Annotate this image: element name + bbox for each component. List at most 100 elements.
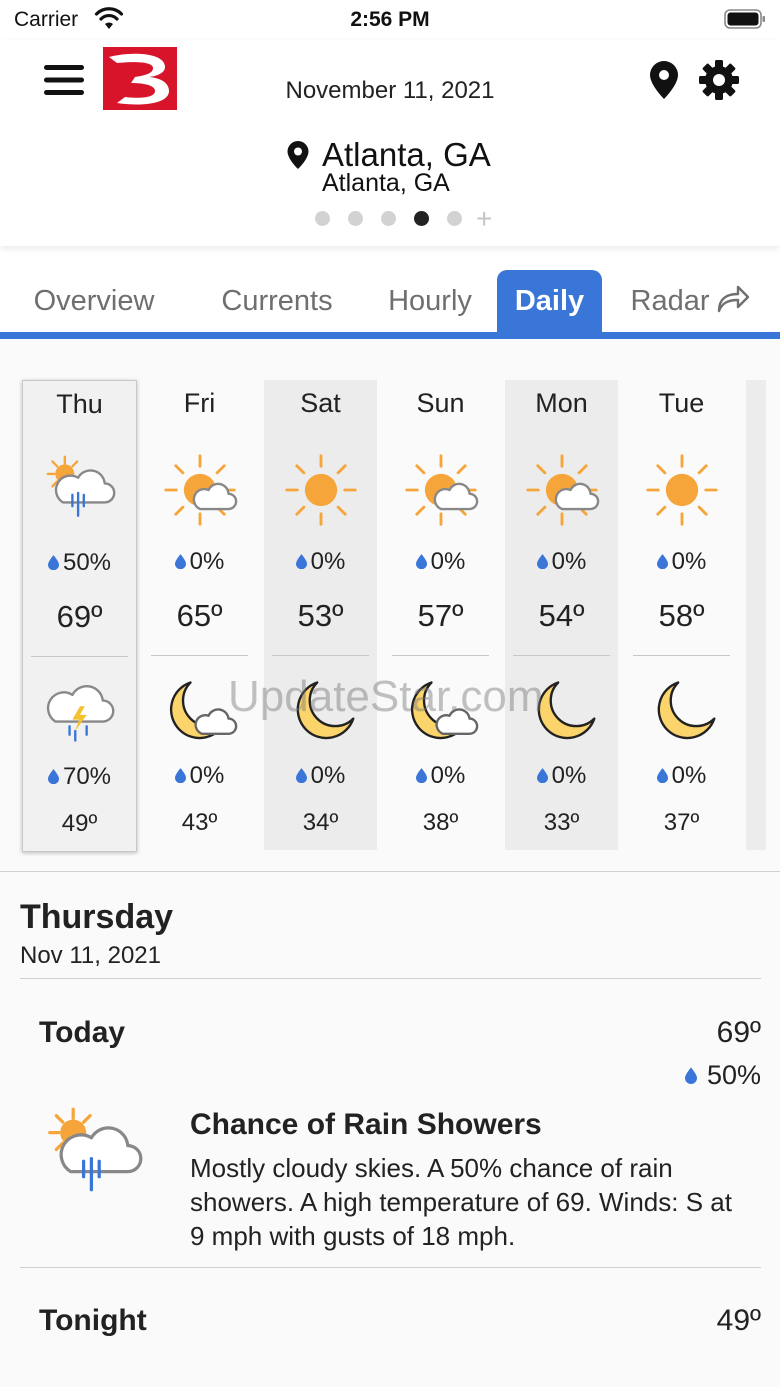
status-bar: Carrier 2:56 PM: [0, 0, 780, 40]
day-precip: 0%: [505, 548, 618, 576]
partly-sunny-icon: [162, 452, 238, 528]
thunderstorm-icon: [42, 674, 118, 750]
raindrop-icon: [537, 554, 548, 569]
tab-radar-label: Radar: [630, 285, 710, 317]
app-header: November 11, 2021 Atlanta, GA Atlanta, G…: [0, 40, 780, 246]
column-divider: [151, 655, 248, 656]
gear-icon[interactable]: [697, 58, 741, 102]
condition-description: Mostly cloudy skies. A 50% chance of rai…: [190, 1153, 732, 1251]
low-temp: 33º: [543, 809, 580, 836]
tab-radar[interactable]: Radar: [620, 270, 760, 332]
day-precip: 0%: [143, 548, 256, 576]
day-precip: 50%: [23, 549, 136, 577]
raindrop-icon: [48, 769, 59, 784]
tab-bar: Overview Currents Hourly Daily Radar: [0, 270, 780, 332]
high-temp: 53º: [297, 598, 344, 633]
raindrop-icon: [175, 768, 186, 783]
day-column[interactable]: Mon 0% 54º 0% 33º: [505, 380, 618, 850]
day-name: Tue: [658, 388, 705, 418]
tab-currents[interactable]: Currents: [200, 270, 354, 332]
page-dot[interactable]: [447, 211, 462, 226]
day-precip-value: 0%: [310, 548, 346, 575]
high-temp: 69º: [56, 599, 103, 634]
night-precip: 0%: [143, 762, 256, 790]
today-title: Today: [39, 1016, 126, 1049]
day-precip: 0%: [264, 548, 377, 576]
column-divider: [513, 655, 610, 656]
add-location-icon[interactable]: +: [476, 205, 492, 233]
high-temp: 57º: [417, 598, 464, 633]
day-precip: 0%: [384, 548, 497, 576]
low-temp: 49º: [61, 810, 98, 837]
moon-cloud-icon: [162, 673, 238, 749]
page-dot[interactable]: [348, 211, 363, 226]
day-column[interactable]: Tue 0% 58º 0% 37º: [625, 380, 738, 850]
daily-forecast-strip: Thu 50% 69º 70% 49º Fri 0% 65º 0% 43º Sat 0% 53º 0% 34…: [0, 339, 780, 871]
night-precip-value: 0%: [430, 762, 466, 789]
raindrop-icon: [416, 554, 427, 569]
night-precip: 0%: [264, 762, 377, 790]
tonight-temp: 49º: [716, 1304, 761, 1337]
day-precip-value: 0%: [671, 548, 707, 575]
low-temp: 34º: [302, 809, 339, 836]
moon-icon: [644, 673, 720, 749]
page-dot[interactable]: [315, 211, 330, 226]
tab-underline: [0, 332, 780, 339]
night-precip: 0%: [384, 762, 497, 790]
detail-divider: [20, 978, 761, 979]
day-precip-value: 0%: [430, 548, 466, 575]
today-precip-value: 50%: [706, 1060, 761, 1090]
sunny-icon: [283, 452, 359, 528]
column-divider: [392, 655, 489, 656]
day-column[interactable]: Sat 0% 53º 0% 34º: [264, 380, 377, 850]
sunny-icon: [644, 452, 720, 528]
battery-icon: [724, 9, 765, 29]
low-temp: 37º: [663, 809, 700, 836]
day-detail: Thursday Nov 11, 2021 Today 69º 50% Chan…: [0, 872, 780, 1387]
location-pin-icon[interactable]: [648, 60, 680, 100]
low-temp: 43º: [181, 809, 218, 836]
partly-sunny-icon: [403, 452, 479, 528]
today-precip: 50%: [685, 1060, 761, 1091]
next-column-edge: [746, 380, 766, 850]
partly-sunny-icon: [524, 452, 600, 528]
share-arrow-icon: [717, 286, 749, 313]
moon-icon: [524, 673, 600, 749]
tab-overview[interactable]: Overview: [14, 270, 174, 332]
moon-icon: [283, 673, 359, 749]
today-temp: 69º: [716, 1016, 761, 1049]
page-dot[interactable]: [381, 211, 396, 226]
raindrop-icon: [175, 554, 186, 569]
page-indicator[interactable]: +: [315, 205, 492, 233]
night-precip-value: 70%: [62, 763, 112, 790]
high-temp: 58º: [658, 598, 705, 633]
tab-daily[interactable]: Daily: [497, 270, 602, 332]
day-precip-value: 50%: [62, 549, 112, 576]
night-precip: 0%: [505, 762, 618, 790]
day-column[interactable]: Thu 50% 69º 70% 49º: [22, 380, 137, 852]
day-name: Sun: [416, 388, 465, 418]
column-divider: [31, 656, 128, 657]
night-precip-value: 0%: [671, 762, 707, 789]
moon-cloud-icon: [403, 673, 479, 749]
location-marker-icon: [287, 141, 309, 169]
raindrop-icon: [296, 768, 307, 783]
raindrop-icon: [296, 554, 307, 569]
day-column[interactable]: Fri 0% 65º 0% 43º: [143, 380, 256, 850]
day-name: Thu: [56, 389, 103, 419]
raindrop-icon: [48, 555, 59, 570]
low-temp: 38º: [422, 809, 459, 836]
night-precip-value: 0%: [189, 762, 225, 789]
raindrop-icon: [685, 1067, 697, 1084]
night-precip: 70%: [23, 763, 136, 791]
day-column[interactable]: Sun 0% 57º 0% 38º: [384, 380, 497, 850]
detail-day-title: Thursday: [20, 898, 174, 936]
day-precip-value: 0%: [189, 548, 225, 575]
detail-divider: [20, 1267, 761, 1268]
tonight-title: Tonight: [39, 1304, 147, 1337]
status-time: 2:56 PM: [350, 8, 430, 31]
day-precip-value: 0%: [551, 548, 587, 575]
raindrop-icon: [537, 768, 548, 783]
page-dot-active[interactable]: [414, 211, 429, 226]
tab-hourly[interactable]: Hourly: [372, 270, 488, 332]
